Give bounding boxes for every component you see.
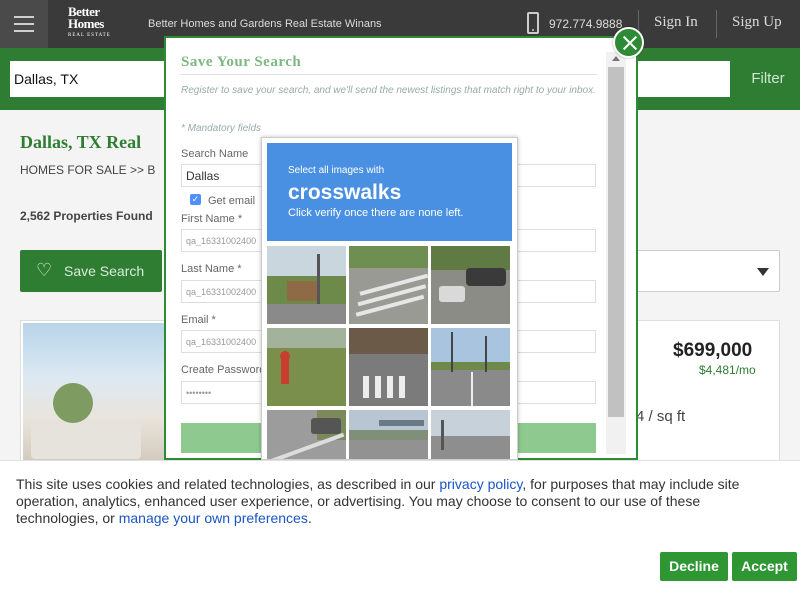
menu-icon[interactable] (0, 0, 48, 48)
header-divider (716, 10, 717, 38)
last-name-label: Last Name * (181, 263, 242, 275)
filter-button[interactable]: Filter (736, 61, 800, 97)
scroll-up-icon[interactable] (612, 56, 620, 61)
listing-sqft: 4 / sq ft (636, 408, 686, 425)
mandatory-note: * Mandatory fields (181, 123, 262, 134)
first-name-label: First Name * (181, 213, 243, 225)
listing-monthly: $4,481/mo (699, 363, 756, 377)
brand-name: Better Homes and Gardens Real Estate Win… (148, 18, 382, 30)
captcha-header: Select all images with crosswalks Click … (267, 143, 512, 241)
phone-number[interactable]: 972.774.9888 (549, 17, 622, 31)
results-count: 2,562 Properties Found (20, 209, 153, 223)
captcha-tile[interactable] (431, 410, 510, 459)
captcha-tile[interactable] (267, 246, 346, 324)
manage-preferences-link[interactable]: manage your own preferences (119, 510, 308, 526)
sign-in-link[interactable]: Sign In (654, 14, 698, 31)
captcha-tile[interactable] (267, 410, 346, 459)
page-title: Dallas, TX Real (20, 132, 142, 152)
breadcrumb[interactable]: HOMES FOR SALE >> B (20, 163, 155, 177)
search-name-label: Search Name (181, 148, 249, 160)
decline-button[interactable]: Decline (660, 552, 728, 581)
phone-icon (527, 12, 539, 34)
captcha-tile[interactable] (349, 246, 428, 324)
modal-divider (181, 74, 597, 75)
modal-title: Save Your Search (181, 54, 302, 70)
chevron-down-icon (757, 268, 769, 276)
brand-logo[interactable]: Better Homes REAL ESTATE (68, 5, 130, 42)
password-label: Create Password (181, 364, 266, 376)
sort-dropdown[interactable] (620, 250, 780, 292)
modal-scrollbar[interactable] (606, 52, 626, 454)
heart-icon: ♡ (36, 260, 53, 280)
cookie-banner: This site uses cookies and related techn… (0, 460, 800, 600)
cookie-message: This site uses cookies and related techn… (16, 476, 740, 526)
captcha-hint: Click verify once there are none left. (288, 207, 464, 219)
captcha-tile[interactable] (349, 328, 428, 406)
captcha-tile[interactable] (431, 246, 510, 324)
captcha-target: crosswalks (288, 181, 402, 204)
get-email-checkbox[interactable]: ✓ (190, 194, 201, 205)
save-search-button[interactable]: ♡ Save Search (20, 250, 162, 292)
close-modal-button[interactable] (613, 27, 644, 58)
sign-up-link[interactable]: Sign Up (732, 14, 782, 31)
scrollbar-thumb[interactable] (608, 67, 624, 417)
captcha-tile[interactable] (349, 410, 428, 459)
captcha-instruction: Select all images with (288, 165, 385, 176)
listing-price: $699,000 (673, 340, 753, 361)
accept-button[interactable]: Accept (732, 552, 797, 581)
captcha-tile[interactable] (431, 328, 510, 406)
captcha-tile[interactable] (267, 328, 346, 406)
privacy-policy-link[interactable]: privacy policy (439, 476, 522, 492)
get-email-label: Get email (208, 195, 256, 207)
listing-photo[interactable] (23, 323, 168, 481)
captcha-challenge: Select all images with crosswalks Click … (261, 137, 518, 460)
email-label: Email * (181, 314, 216, 326)
modal-intro: Register to save your search, and we'll … (181, 85, 596, 96)
